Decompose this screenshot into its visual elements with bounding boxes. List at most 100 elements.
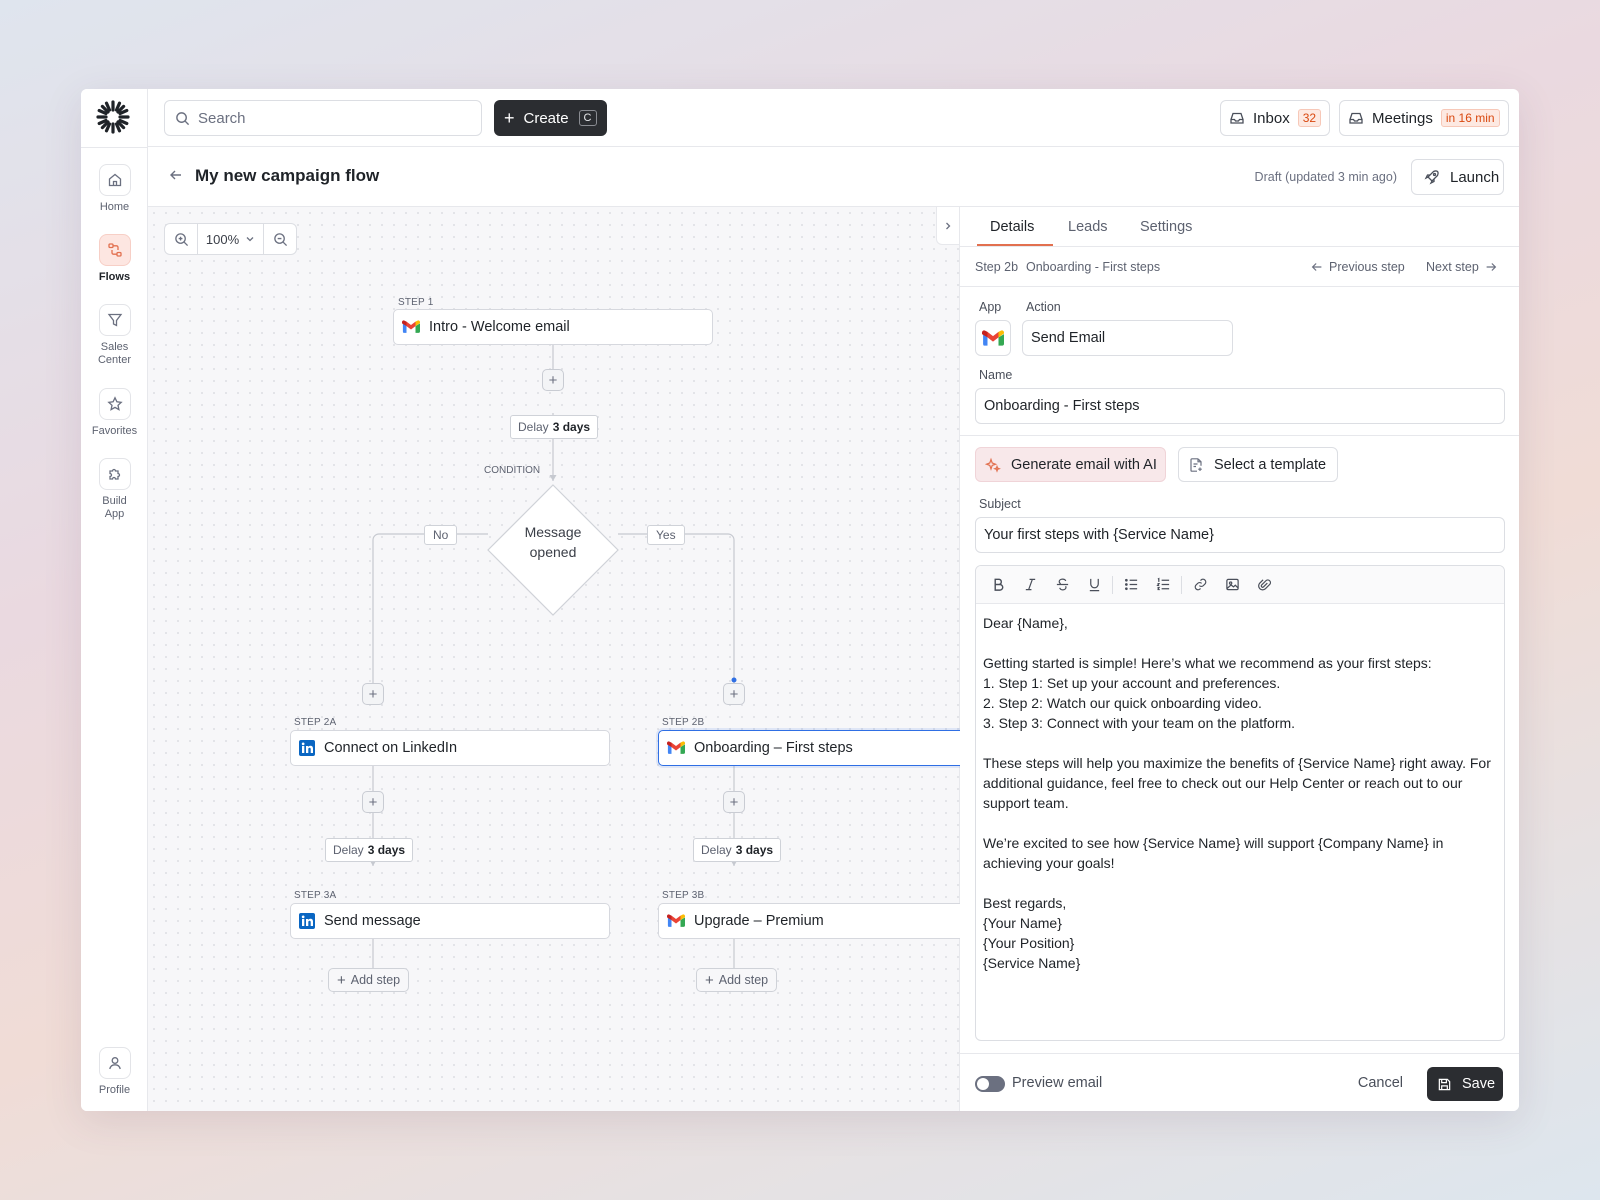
puzzle-icon: [98, 458, 131, 490]
step-navigation-bar: Step 2b Onboarding - First steps Previou…: [960, 247, 1519, 287]
app-selector[interactable]: [975, 320, 1011, 356]
attachment-button[interactable]: [1252, 573, 1276, 597]
bullet-list-button[interactable]: [1119, 573, 1143, 597]
numbered-list-button[interactable]: [1151, 573, 1175, 597]
launch-button[interactable]: Launch: [1411, 159, 1504, 195]
gmail-icon: [667, 741, 685, 754]
insert-step-button[interactable]: +: [542, 369, 564, 391]
create-button-label: Create: [523, 109, 569, 127]
delay-badge[interactable]: Delay 3 days: [325, 838, 414, 862]
sidebar-item-label: Favorites: [91, 425, 138, 437]
zoom-in-button[interactable]: [165, 224, 197, 254]
preview-email-toggle[interactable]: [975, 1076, 1005, 1092]
step-label: STEP 3A: [294, 890, 337, 901]
insert-step-button[interactable]: +: [362, 683, 384, 705]
link-button[interactable]: [1188, 573, 1212, 597]
arrow-left-icon: [1311, 263, 1322, 271]
sidebar-item-flows[interactable]: Flows: [81, 234, 148, 284]
italic-button[interactable]: [1018, 573, 1042, 597]
strikethrough-icon: [1056, 578, 1068, 591]
step-node-2b[interactable]: Onboarding – First steps: [658, 730, 978, 766]
next-step-button[interactable]: Next step: [1426, 260, 1498, 274]
numbered-list-icon: [1155, 577, 1169, 591]
linkedin-icon: [299, 913, 315, 929]
chevron-down-icon: [246, 237, 254, 242]
generate-email-ai-button[interactable]: Generate email with AI: [975, 447, 1166, 482]
meetings-button[interactable]: Meetings in 16 min: [1339, 100, 1509, 136]
step-node-3b[interactable]: Upgrade – Premium: [658, 903, 978, 939]
search-input[interactable]: [198, 109, 458, 127]
step-node-3a[interactable]: Send message: [290, 903, 610, 939]
body-line: [983, 633, 1497, 653]
zoom-out-button[interactable]: [264, 224, 296, 254]
action-field[interactable]: Send Email: [1022, 320, 1233, 356]
sidebar-item-profile[interactable]: Profile: [81, 1047, 148, 1097]
subject-field[interactable]: Your first steps with {Service Name}: [975, 517, 1505, 553]
brand-logo-icon[interactable]: [95, 99, 131, 135]
cancel-button[interactable]: Cancel: [1358, 1075, 1403, 1091]
body-line: Best regards,: [983, 895, 1067, 911]
page-header: My new campaign flow Draft (updated 3 mi…: [148, 147, 1519, 207]
create-button[interactable]: + Create C: [494, 100, 607, 136]
app-window: Home Flows Sales Center Favorites Build: [81, 89, 1519, 1111]
body-line: We’re excited to see how {Service Name} …: [983, 835, 1444, 871]
plus-icon: +: [729, 685, 739, 703]
step-title: Connect on LinkedIn: [324, 740, 458, 756]
step-label: STEP 3B: [662, 890, 705, 901]
back-arrow-icon[interactable]: [168, 167, 184, 183]
save-button[interactable]: Save: [1427, 1067, 1503, 1101]
sidebar-item-label: Sales Center: [97, 341, 132, 366]
insert-step-button[interactable]: +: [723, 683, 745, 705]
sidebar-item-sales-center[interactable]: Sales Center: [81, 304, 148, 367]
condition-text[interactable]: Message opened: [503, 522, 603, 562]
tab-settings[interactable]: Settings: [1140, 219, 1192, 235]
delay-badge[interactable]: Delay 3 days: [510, 415, 599, 439]
plus-icon: +: [548, 371, 558, 389]
panel-tabs: Details Leads Settings: [960, 207, 1519, 247]
bold-button[interactable]: [986, 573, 1010, 597]
image-button[interactable]: [1220, 573, 1244, 597]
step-id: Step 2b: [975, 260, 1019, 274]
flows-icon: [98, 234, 131, 266]
collapse-panel-button[interactable]: [936, 207, 960, 245]
search-icon: [176, 111, 190, 125]
sparkle-icon: [985, 457, 1001, 473]
add-step-button[interactable]: + Add step: [328, 968, 410, 992]
strikethrough-button[interactable]: [1050, 573, 1074, 597]
select-template-button[interactable]: Select a template: [1178, 447, 1338, 482]
body-line: 2. Step 2: Watch our quick onboarding vi…: [983, 695, 1262, 711]
insert-step-button[interactable]: +: [723, 791, 745, 813]
sidebar: Home Flows Sales Center Favorites Build: [81, 89, 148, 1111]
sidebar-item-build-app[interactable]: Build App: [81, 458, 148, 521]
body-line: [983, 873, 1497, 893]
arrow-right-icon: [1486, 263, 1497, 271]
launch-button-label: Launch: [1450, 168, 1500, 186]
next-step-label: Next step: [1426, 260, 1479, 274]
sidebar-item-favorites[interactable]: Favorites: [81, 388, 148, 438]
save-icon: [1438, 1078, 1451, 1090]
plus-icon: +: [729, 793, 739, 811]
plus-icon: +: [504, 108, 515, 128]
zoom-level-select[interactable]: 100%: [197, 224, 264, 254]
inbox-button[interactable]: Inbox 32: [1220, 100, 1331, 136]
email-body-text[interactable]: Dear {Name}, Getting started is simple! …: [976, 604, 1504, 982]
image-icon: [1225, 578, 1239, 591]
add-step-button[interactable]: + Add step: [696, 968, 778, 992]
tab-details[interactable]: Details: [990, 219, 1034, 235]
previous-step-button[interactable]: Previous step: [1310, 260, 1405, 274]
flow-canvas[interactable]: 100% STEP 1 Intro - Welcome email + Dela…: [148, 207, 978, 1111]
body-line: {Your Name}: [983, 915, 1062, 931]
bullet-list-icon: [1124, 578, 1137, 591]
insert-step-button[interactable]: +: [362, 791, 384, 813]
tab-leads[interactable]: Leads: [1068, 219, 1108, 235]
step-node-2a[interactable]: Connect on LinkedIn: [290, 730, 610, 766]
gmail-icon: [402, 320, 420, 333]
bold-icon: [994, 578, 1003, 591]
underline-button[interactable]: [1082, 573, 1106, 597]
search-box[interactable]: [164, 100, 482, 136]
delay-badge[interactable]: Delay 3 days: [693, 838, 782, 862]
step-node-1[interactable]: Intro - Welcome email: [393, 309, 713, 345]
name-field[interactable]: Onboarding - First steps: [975, 388, 1505, 424]
meetings-time-badge: in 16 min: [1440, 109, 1500, 127]
sidebar-item-home[interactable]: Home: [81, 164, 148, 214]
